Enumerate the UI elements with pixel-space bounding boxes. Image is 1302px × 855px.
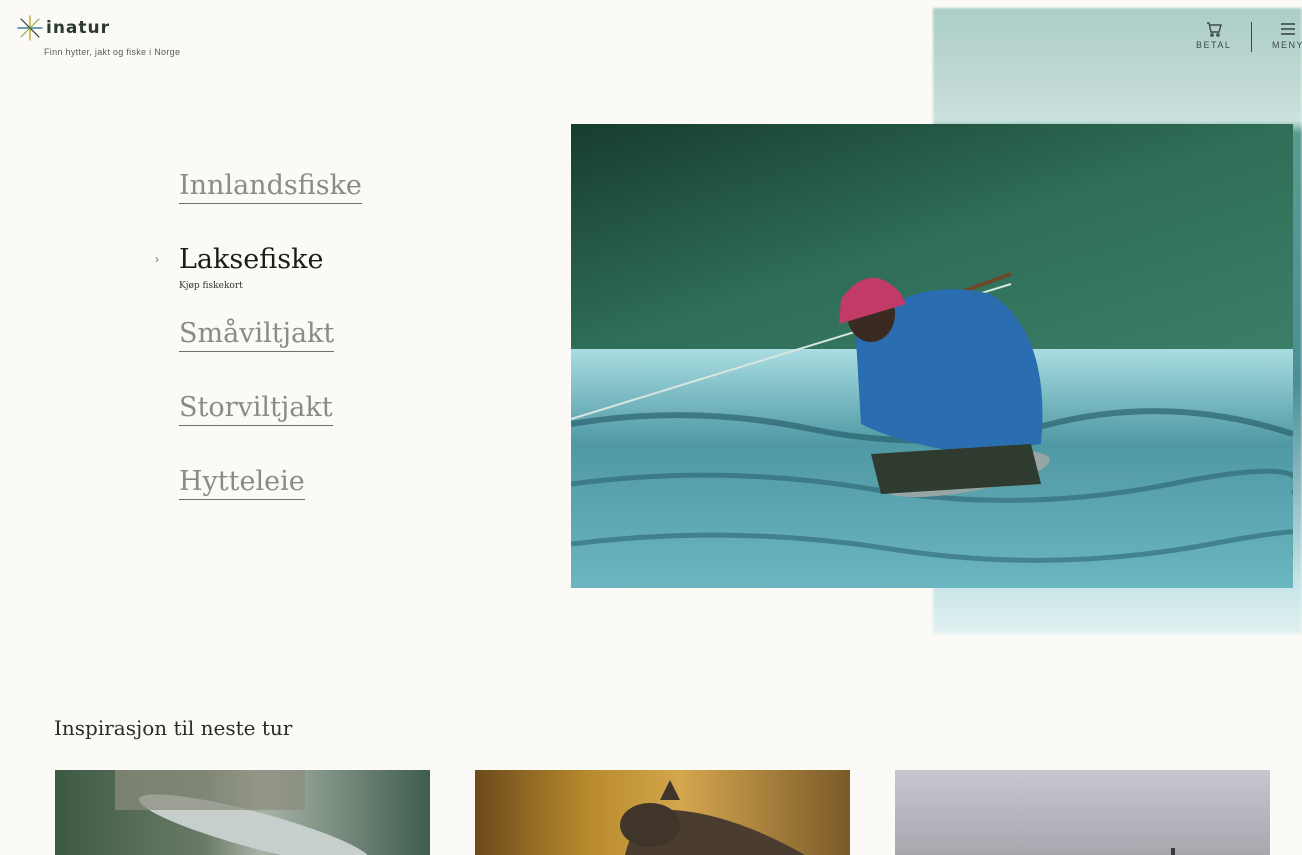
cart-icon <box>1206 22 1222 37</box>
nav-sub-kjop-fiskekort[interactable]: Kjøp fiskekort <box>179 281 243 291</box>
hero-image-fly-fisher-with-salmon <box>571 124 1293 588</box>
brand-logo[interactable]: inatur <box>16 14 110 42</box>
header-divider <box>1251 22 1252 52</box>
inspiration-card-misty-lake[interactable] <box>895 770 1270 855</box>
nav-link-innlandsfiske[interactable]: Innlandsfiske <box>179 170 362 204</box>
lake-photo <box>1171 848 1175 855</box>
inspiration-card-salmon[interactable] <box>55 770 430 855</box>
brand-tagline: Finn hytter, jakt og fiske i Norge <box>44 47 181 57</box>
cart-label: BETAL <box>1196 40 1232 50</box>
nav-link-hytteleie[interactable]: Hytteleie <box>179 466 305 500</box>
nav-item-smaviltjakt[interactable]: Småviltjakt <box>179 318 335 352</box>
inspiration-heading: Inspirasjon til neste tur <box>54 716 293 740</box>
star-logo-icon <box>17 15 43 41</box>
menu-icon <box>1281 23 1295 35</box>
cart-button[interactable]: BETAL <box>1196 20 1231 50</box>
menu-button[interactable]: MENY <box>1272 20 1302 50</box>
nav-link-laksefiske[interactable]: Laksefiske <box>179 244 323 275</box>
inspiration-card-moose[interactable] <box>475 770 850 855</box>
moose-photo <box>620 780 805 855</box>
nav-item-laksefiske[interactable]: › Laksefiske Kjøp fiskekort <box>155 244 323 291</box>
salmon-photo <box>115 770 372 855</box>
menu-label: MENY <box>1272 40 1302 50</box>
nav-item-hytteleie[interactable]: Hytteleie <box>179 466 305 500</box>
hero-illustration <box>571 124 1293 588</box>
chevron-right-icon: › <box>155 252 159 266</box>
nav-item-storviltjakt[interactable]: Storviltjakt <box>179 392 333 426</box>
nav-link-storviltjakt[interactable]: Storviltjakt <box>179 392 333 426</box>
nav-item-innlandsfiske[interactable]: Innlandsfiske <box>179 170 362 204</box>
brand-name: inatur <box>46 18 111 38</box>
nav-link-smaviltjakt[interactable]: Småviltjakt <box>179 318 335 352</box>
